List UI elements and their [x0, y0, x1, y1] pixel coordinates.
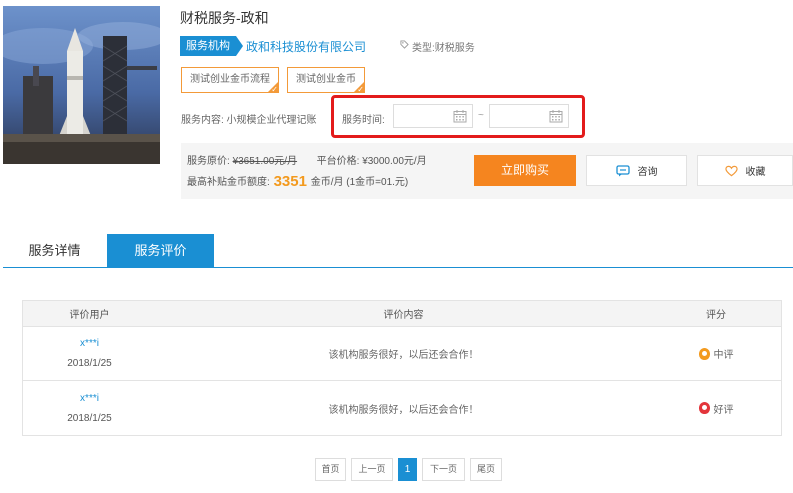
tab-service-detail[interactable]: 服务详情 [3, 234, 106, 267]
favorite-label: 收藏 [745, 167, 766, 178]
review-username[interactable]: x***i [80, 393, 99, 404]
original-price: ¥3651.00元/月 [232, 156, 298, 167]
price-line: 服务原价: ¥3651.00元/月 平台价格: ¥3000.00元/月 [187, 152, 427, 167]
heart-icon [724, 165, 738, 176]
subsidy-suffix: 金币/月 (1金币=01.元) [310, 177, 409, 188]
check-icon: ✓ [271, 85, 278, 94]
platform-price-label: 平台价格: [316, 156, 360, 167]
pagination: 首页 上一页 1 下一页 尾页 [315, 458, 507, 481]
type-label-text: 类型:财税服务 [412, 42, 475, 54]
service-title: 财税服务-政和 [180, 10, 269, 26]
product-image [3, 6, 160, 164]
favorite-button[interactable]: 收藏 [697, 155, 793, 186]
page-prev-button[interactable]: 上一页 [351, 458, 393, 481]
platform-price: ¥3000.00元/月 [362, 156, 427, 167]
tag-icon [400, 40, 409, 52]
table-row: x***i 2018/1/25 该机构服务很好，以后还会合作！ 好评 [23, 381, 781, 435]
page-current-button[interactable]: 1 [398, 458, 417, 481]
review-content: 该机构服务很好，以后还会合作！ [328, 350, 479, 361]
header-user: 评价用户 [69, 310, 110, 321]
subsidy-line: 最高补贴金币额度: 3351 金币/月 (1金币=01.元) [187, 173, 408, 190]
medal-icon [698, 347, 710, 360]
page-next-button[interactable]: 下一页 [422, 458, 465, 481]
coin-option-button-1[interactable]: 测试创业金币流程 ✓ [181, 67, 279, 94]
review-user-cell: x***i 2018/1/25 [23, 338, 156, 369]
header-content: 评价内容 [383, 310, 424, 321]
review-score-cell: 好评 [651, 401, 781, 416]
medal-icon [698, 402, 710, 414]
org-tag: 服务机构 [180, 36, 243, 56]
table-row: x***i 2018/1/25 该机构服务很好，以后还会合作！ 中评 [23, 327, 781, 381]
tab-service-review[interactable]: 服务评价 [107, 234, 214, 267]
type-label: 类型:财税服务 [400, 39, 475, 54]
review-score-cell: 中评 [651, 346, 781, 361]
subsidy-amount: 3351 [273, 173, 307, 190]
original-price-label: 服务原价: [187, 156, 230, 167]
review-username[interactable]: x***i [80, 338, 99, 349]
review-date: 2018/1/25 [67, 358, 112, 369]
header-score: 评分 [706, 310, 726, 321]
tab-bar-divider [3, 267, 793, 268]
subsidy-label: 最高补贴金币额度: [187, 177, 270, 188]
coin-option-button-2[interactable]: 测试创业金币 ✓ [287, 67, 365, 94]
review-table-header: 评价用户 评价内容 评分 [23, 301, 781, 327]
highlight-annotation-box [331, 95, 585, 138]
coin-option-label-2: 测试创业金币 [296, 74, 356, 85]
review-table: 评价用户 评价内容 评分 x***i 2018/1/25 该机构服务很好，以后还… [22, 300, 782, 436]
chat-bubble-icon [615, 164, 630, 176]
coin-option-label-1: 测试创业金币流程 [190, 74, 270, 85]
org-name-link[interactable]: 政和科技股份有限公司 [246, 38, 366, 55]
review-content: 该机构服务很好，以后还会合作！ [328, 404, 479, 416]
page-last-button[interactable]: 尾页 [470, 458, 502, 481]
buy-now-button[interactable]: 立即购买 [474, 155, 576, 186]
review-score: 好评 [713, 404, 734, 416]
check-icon: ✓ [357, 85, 364, 94]
service-content: 服务内容: 小规模企业代理记账 [181, 115, 317, 126]
review-date: 2018/1/25 [67, 412, 112, 424]
page-first-button[interactable]: 首页 [315, 458, 346, 481]
org-row: 服务机构 政和科技股份有限公司 类型:财税服务 [180, 36, 475, 56]
review-score: 中评 [713, 350, 734, 361]
consult-label: 咨询 [637, 167, 658, 178]
consult-button[interactable]: 咨询 [586, 155, 687, 186]
rocket-illustration [3, 6, 160, 164]
review-user-cell: x***i 2018/1/25 [23, 393, 156, 424]
